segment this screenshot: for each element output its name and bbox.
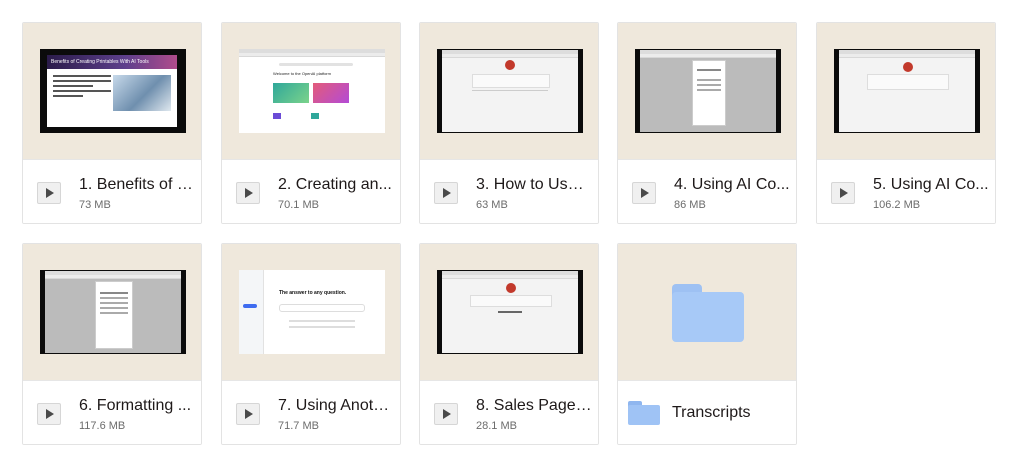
file-size: 86 MB (674, 199, 706, 211)
file-size: 117.6 MB (79, 420, 126, 432)
video-thumbnail[interactable] (618, 23, 796, 159)
folder-icon (672, 284, 744, 342)
play-icon[interactable] (632, 182, 656, 204)
file-grid: Benefits of Creating Printables With AI … (0, 0, 1024, 464)
video-card-7[interactable]: The answer to any question. 7. Using Ano… (221, 243, 401, 445)
play-icon[interactable] (434, 403, 458, 425)
file-name[interactable]: 8. Sales Page ... (476, 397, 592, 415)
file-name[interactable]: 1. Benefits of U... (79, 176, 195, 194)
slide-title: Benefits of Creating Printables With AI … (51, 59, 149, 65)
play-icon[interactable] (37, 182, 61, 204)
file-size: 106.2 MB (873, 199, 921, 211)
folder-thumbnail[interactable] (618, 244, 796, 380)
video-thumbnail[interactable] (420, 23, 598, 159)
play-icon[interactable] (236, 182, 260, 204)
folder-card-transcripts[interactable]: Transcripts (617, 243, 797, 445)
video-thumbnail[interactable]: Benefits of Creating Printables With AI … (23, 23, 201, 159)
video-thumbnail[interactable] (420, 244, 598, 380)
play-icon[interactable] (37, 403, 61, 425)
file-name[interactable]: 7. Using Anoth... (278, 397, 394, 415)
video-card-1[interactable]: Benefits of Creating Printables With AI … (22, 22, 202, 224)
play-icon[interactable] (434, 182, 458, 204)
file-name[interactable]: 2. Creating an... (278, 176, 394, 194)
file-size: 70.1 MB (278, 199, 319, 211)
file-name[interactable]: 5. Using AI Co... (873, 176, 989, 194)
video-card-4[interactable]: 4. Using AI Co... 86 MB (617, 22, 797, 224)
video-card-2[interactable]: Welcome to the OpenAI platform 2. Creati… (221, 22, 401, 224)
file-size: 71.7 MB (278, 420, 319, 432)
play-icon[interactable] (236, 403, 260, 425)
file-name[interactable]: 3. How to Use ... (476, 176, 592, 194)
screen-heading: Welcome to the OpenAI platform (273, 71, 331, 76)
play-icon[interactable] (831, 182, 855, 204)
video-card-8[interactable]: 8. Sales Page ... 28.1 MB (419, 243, 599, 445)
video-thumbnail[interactable] (817, 23, 995, 159)
video-thumbnail[interactable] (23, 244, 201, 380)
file-size: 63 MB (476, 199, 508, 211)
file-name[interactable]: 4. Using AI Co... (674, 176, 790, 194)
folder-name[interactable]: Transcripts (672, 404, 751, 422)
video-card-3[interactable]: 3. How to Use ... 63 MB (419, 22, 599, 224)
video-card-6[interactable]: 6. Formatting ... 117.6 MB (22, 243, 202, 445)
screen-heading: The answer to any question. (279, 290, 347, 296)
file-name[interactable]: 6. Formatting ... (79, 397, 195, 415)
file-size: 73 MB (79, 199, 111, 211)
video-thumbnail[interactable]: The answer to any question. (222, 244, 400, 380)
folder-icon (628, 401, 660, 425)
file-size: 28.1 MB (476, 420, 517, 432)
video-card-5[interactable]: 5. Using AI Co... 106.2 MB (816, 22, 996, 224)
video-thumbnail[interactable]: Welcome to the OpenAI platform (222, 23, 400, 159)
slide-preview: Benefits of Creating Printables With AI … (47, 55, 177, 127)
